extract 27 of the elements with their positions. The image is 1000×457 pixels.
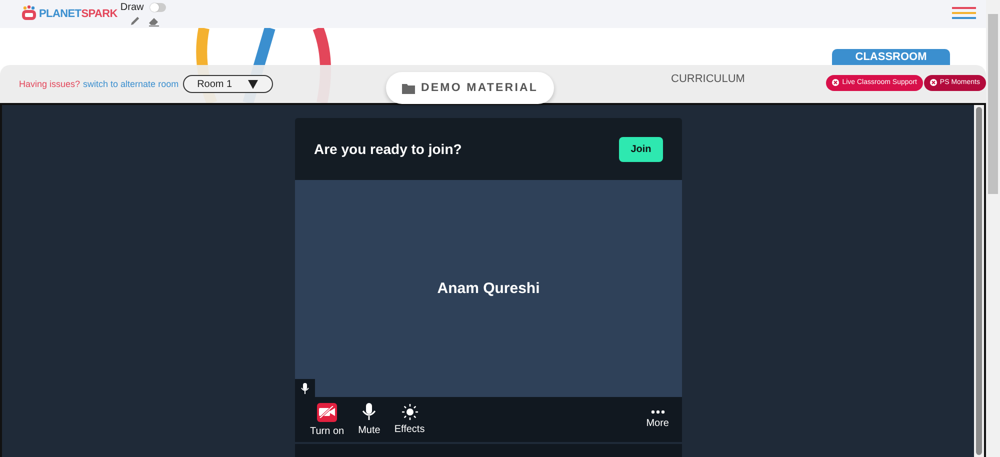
draw-label: Draw xyxy=(120,2,144,13)
robot-icon xyxy=(20,5,38,23)
draw-toggle[interactable] xyxy=(150,3,166,12)
camera-button[interactable]: Turn on xyxy=(303,402,352,436)
curriculum-tab[interactable]: CURRICULUM xyxy=(671,73,745,85)
logo-text: PLANETSPARK xyxy=(39,8,118,20)
folder-icon xyxy=(402,82,415,94)
pencil-icon[interactable] xyxy=(129,15,142,27)
more-button[interactable]: More xyxy=(639,410,676,429)
close-icon xyxy=(930,79,937,86)
scrollbar[interactable] xyxy=(974,105,984,457)
participant-name: Anam Qureshi xyxy=(437,280,540,297)
microphone-icon xyxy=(301,382,309,394)
caret-icon xyxy=(248,80,258,88)
eraser-icon[interactable] xyxy=(148,15,160,27)
more-icon xyxy=(650,410,665,414)
effects-button[interactable]: Effects xyxy=(387,404,432,435)
join-button[interactable]: Join xyxy=(619,136,663,162)
issue-text: Having issues? xyxy=(19,79,80,89)
demo-material-button[interactable]: DEMO MATERIAL xyxy=(386,72,554,104)
page-scrollbar[interactable] xyxy=(986,0,1000,457)
join-prompt: Are you ready to join? xyxy=(314,141,462,157)
close-icon xyxy=(832,79,840,86)
room-select[interactable]: Room 1 xyxy=(182,75,273,93)
mute-button[interactable]: Mute xyxy=(351,403,388,436)
sun-icon xyxy=(402,404,418,420)
menu-icon[interactable] xyxy=(952,6,976,20)
